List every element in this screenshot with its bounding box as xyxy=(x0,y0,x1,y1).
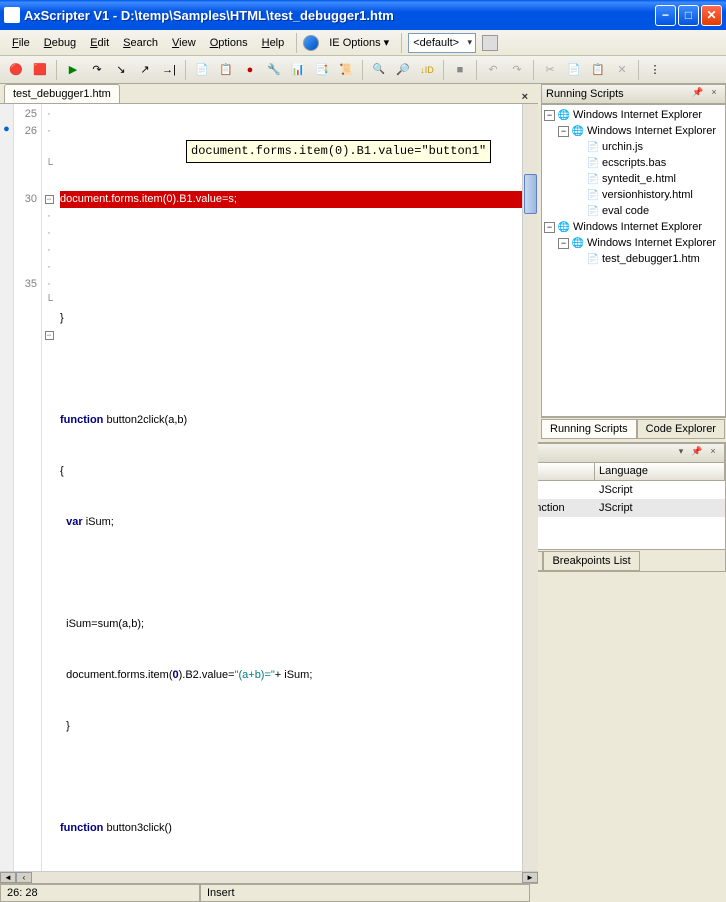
tab-close-button[interactable]: × xyxy=(516,91,534,103)
toolbar: 🔴 🟥 ▶ ↷ ↘ ↗ →| 📄 📋 ● 🔧 📊 📑 📜 🔍 🔎 ↓ID ■ ↶… xyxy=(0,56,726,84)
delete-button[interactable]: ✕ xyxy=(612,60,632,80)
redo-button[interactable]: ↷ xyxy=(507,60,527,80)
menu-view[interactable]: View xyxy=(166,34,202,52)
run-button[interactable]: ▶ xyxy=(63,60,83,80)
goto-button[interactable]: ↓ID xyxy=(417,60,437,80)
hscroll-left2[interactable]: ‹ xyxy=(16,872,32,883)
find-button[interactable]: 🔍 xyxy=(369,60,389,80)
tb-btn-c[interactable]: 🔧 xyxy=(264,60,284,80)
tab-code-explorer[interactable]: Code Explorer xyxy=(637,419,725,439)
tb-btn-a[interactable]: 📄 xyxy=(192,60,212,80)
toolbar-icon[interactable] xyxy=(482,35,498,51)
stop-button[interactable]: ● xyxy=(240,60,260,80)
code-area[interactable]: document.forms.item(0).B1.value=s; docum… xyxy=(56,104,522,871)
menubar: File Debug Edit Search View Options Help… xyxy=(0,30,726,56)
tree-toggle[interactable]: − xyxy=(544,222,555,233)
step-out-button[interactable]: ↗ xyxy=(135,60,155,80)
ie-icon: 🌐 xyxy=(571,236,585,250)
vertical-scrollbar[interactable] xyxy=(522,104,538,871)
line-gutter: 25 26 30 35 xyxy=(14,104,42,871)
panel-menu-icon[interactable]: ▾ xyxy=(674,446,688,460)
fold-column[interactable]: · · └ − · · · · · └ − xyxy=(42,104,56,871)
panel-close-button[interactable]: × xyxy=(707,87,721,101)
hscroll-right[interactable]: ► xyxy=(522,872,538,883)
app-icon xyxy=(4,7,20,23)
step-over-button[interactable]: ↷ xyxy=(87,60,107,80)
titlebar: AxScripter V1 - D:\temp\Samples\HTML\tes… xyxy=(0,0,726,30)
tb-btn-f[interactable]: 📜 xyxy=(336,60,356,80)
tb-btn-d[interactable]: 📊 xyxy=(288,60,308,80)
editor-tab[interactable]: test_debugger1.htm xyxy=(4,84,120,103)
insert-mode: Insert xyxy=(200,884,530,902)
tab-running-scripts[interactable]: Running Scripts xyxy=(541,419,637,439)
cursor-position: 26: 28 xyxy=(0,884,200,902)
pin-icon[interactable]: 📌 xyxy=(691,87,705,101)
breakpoint-column[interactable]: ● xyxy=(0,104,14,871)
fold-toggle[interactable]: − xyxy=(45,195,54,204)
ie-icon[interactable] xyxy=(303,35,319,51)
current-line-icon: ● xyxy=(0,123,13,140)
tree-toggle[interactable]: − xyxy=(544,110,555,121)
copy-button[interactable]: 📄 xyxy=(564,60,584,80)
menu-file[interactable]: File xyxy=(6,34,36,52)
script-icon: 📄 xyxy=(586,252,600,266)
close-button[interactable]: ✕ xyxy=(701,5,722,26)
tb-btn-b[interactable]: 📋 xyxy=(216,60,236,80)
panel-close-button[interactable]: × xyxy=(706,446,720,460)
fold-toggle[interactable]: − xyxy=(45,331,54,340)
step-into-button[interactable]: ↘ xyxy=(111,60,131,80)
current-execution-line: document.forms.item(0).B1.value=s; xyxy=(60,191,522,208)
tb-btn-e[interactable]: 📑 xyxy=(312,60,332,80)
menu-help[interactable]: Help xyxy=(256,34,291,52)
running-scripts-tree[interactable]: −🌐Windows Internet Explorer −🌐Windows In… xyxy=(541,104,726,417)
ie-icon: 🌐 xyxy=(571,124,585,138)
window-title: AxScripter V1 - D:\temp\Samples\HTML\tes… xyxy=(24,8,655,23)
hscroll-left[interactable]: ◄ xyxy=(0,872,16,883)
tab-breakpoints-list[interactable]: Breakpoints List xyxy=(543,551,639,571)
callstack-header-lang[interactable]: Language xyxy=(595,463,725,480)
tree-toggle[interactable]: − xyxy=(558,238,569,249)
maximize-button[interactable]: □ xyxy=(678,5,699,26)
scrollbar-thumb[interactable] xyxy=(524,174,537,214)
tree-toggle[interactable]: − xyxy=(558,126,569,137)
menu-ie-options[interactable]: IE Options ▾ xyxy=(323,33,395,52)
hscroll-track[interactable] xyxy=(32,872,522,883)
pin-icon[interactable]: 📌 xyxy=(690,446,704,460)
menu-debug[interactable]: Debug xyxy=(38,34,82,52)
menu-edit[interactable]: Edit xyxy=(84,34,115,52)
ie-icon: 🌐 xyxy=(557,108,571,122)
script-icon: 📄 xyxy=(586,204,600,218)
script-icon: 📄 xyxy=(586,156,600,170)
cut-button[interactable]: ✂ xyxy=(540,60,560,80)
minimize-button[interactable]: − xyxy=(655,5,676,26)
profile-combo[interactable]: <default> xyxy=(408,33,476,53)
script-icon: 📄 xyxy=(586,188,600,202)
clear-breakpoints-button[interactable]: 🟥 xyxy=(30,60,50,80)
tb-overflow[interactable]: ⋮ xyxy=(645,60,665,80)
code-editor[interactable]: ● 25 26 30 35 · · └ − · · · xyxy=(0,104,538,871)
running-scripts-header: Running Scripts 📌 × xyxy=(541,84,726,104)
pause-button[interactable]: ■ xyxy=(450,60,470,80)
toggle-breakpoint-button[interactable]: 🔴 xyxy=(6,60,26,80)
find-next-button[interactable]: 🔎 xyxy=(393,60,413,80)
script-icon: 📄 xyxy=(586,140,600,154)
run-to-cursor-button[interactable]: →| xyxy=(159,60,179,80)
paste-button[interactable]: 📋 xyxy=(588,60,608,80)
undo-button[interactable]: ↶ xyxy=(483,60,503,80)
menu-options[interactable]: Options xyxy=(204,34,254,52)
editor-tabbar: test_debugger1.htm × xyxy=(0,84,538,104)
ie-icon: 🌐 xyxy=(557,220,571,234)
script-icon: 📄 xyxy=(586,172,600,186)
menu-search[interactable]: Search xyxy=(117,34,164,52)
statusbar: 26: 28 Insert xyxy=(0,883,538,902)
value-tooltip: document.forms.item(0).B1.value="button1… xyxy=(186,140,491,163)
